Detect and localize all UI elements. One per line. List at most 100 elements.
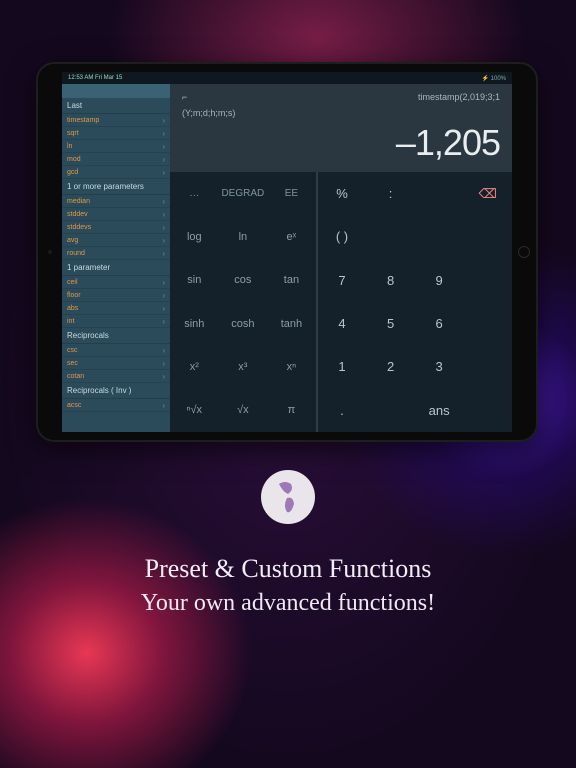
- num-key[interactable]: 9: [415, 259, 464, 302]
- sci-key[interactable]: √x: [219, 389, 268, 432]
- chevron-right-icon: ›: [162, 359, 165, 368]
- num-key[interactable]: 1: [318, 345, 367, 388]
- chevron-right-icon: ›: [162, 210, 165, 219]
- sidebar-item-label: ln: [67, 143, 72, 150]
- sidebar-item-label: timestamp: [67, 117, 99, 124]
- chevron-right-icon: ›: [162, 249, 165, 258]
- sci-key[interactable]: x³: [219, 345, 268, 388]
- sidebar-item-label: mod: [67, 156, 81, 163]
- sci-key[interactable]: ln: [219, 215, 268, 258]
- sci-key[interactable]: eˣ: [267, 215, 316, 258]
- main-pane: ⌐ timestamp(2,019;3;1 (Y;m;d;h;m;s) –1,2…: [170, 84, 512, 432]
- num-key[interactable]: 6: [415, 302, 464, 345]
- backspace-key[interactable]: ⌫: [463, 172, 512, 215]
- promo-line-2: Your own advanced functions!: [0, 590, 576, 617]
- sidebar-item[interactable]: gcd ›: [62, 166, 170, 179]
- sidebar-item[interactable]: cotan ›: [62, 370, 170, 383]
- chevron-right-icon: ›: [162, 304, 165, 313]
- display-result: –1,205: [182, 122, 500, 164]
- sidebar-item[interactable]: sec›: [62, 357, 170, 370]
- sidebar-item[interactable]: ceil›: [62, 276, 170, 289]
- sidebar-item-label: gcd: [67, 169, 78, 176]
- status-right: ⚡ 100%: [482, 75, 506, 82]
- sci-key[interactable]: cosh: [219, 302, 268, 345]
- sidebar-item-label: ceil: [67, 279, 78, 286]
- sci-key[interactable]: …: [170, 172, 219, 215]
- sidebar-item[interactable]: median›: [62, 195, 170, 208]
- chevron-right-icon: ›: [162, 116, 165, 125]
- num-key[interactable]: %: [318, 172, 367, 215]
- sidebar-item-label: int: [67, 318, 74, 325]
- sidebar-item-label: round: [67, 250, 85, 257]
- sidebar-group-header: 1 parameter: [62, 260, 170, 276]
- screen: 12:53 AM Fri Mar 15 ⚡ 100% Lasttimestamp…: [62, 72, 512, 432]
- num-key[interactable]: 2: [366, 345, 415, 388]
- sidebar-item[interactable]: acsc›: [62, 399, 170, 412]
- sidebar-item[interactable]: csc ›: [62, 344, 170, 357]
- sci-key[interactable]: sin: [170, 259, 219, 302]
- num-key[interactable]: 4: [318, 302, 367, 345]
- sidebar-item[interactable]: stddevs ›: [62, 221, 170, 234]
- sidebar-item-label: csc: [67, 347, 78, 354]
- ipad-frame: 12:53 AM Fri Mar 15 ⚡ 100% Lasttimestamp…: [36, 62, 538, 442]
- sidebar-item[interactable]: ln›: [62, 140, 170, 153]
- camera-dot: [48, 250, 52, 254]
- sidebar-group-header: Last: [62, 98, 170, 114]
- sci-key[interactable]: tanh: [267, 302, 316, 345]
- calc-display: ⌐ timestamp(2,019;3;1 (Y;m;d;h;m;s) –1,2…: [170, 84, 512, 172]
- num-key[interactable]: ( ): [318, 215, 367, 258]
- status-bar: 12:53 AM Fri Mar 15 ⚡ 100%: [62, 72, 512, 84]
- sci-key[interactable]: sinh: [170, 302, 219, 345]
- sci-key[interactable]: tan: [267, 259, 316, 302]
- num-key[interactable]: 7: [318, 259, 367, 302]
- num-key[interactable]: :: [366, 172, 415, 215]
- num-key[interactable]: 5: [366, 302, 415, 345]
- sidebar-item[interactable]: sqrt›: [62, 127, 170, 140]
- chevron-right-icon: ›: [162, 346, 165, 355]
- home-button[interactable]: [518, 246, 530, 258]
- display-signature: (Y;m;d;h;m;s): [182, 108, 500, 118]
- globe-icon: [261, 470, 315, 524]
- chevron-right-icon: ›: [162, 197, 165, 206]
- sidebar: Lasttimestamp›sqrt›ln›mod›gcd›1 or more …: [62, 84, 170, 432]
- sci-key[interactable]: cos: [219, 259, 268, 302]
- display-cursor: ⌐: [182, 92, 187, 106]
- sidebar-item[interactable]: round ›: [62, 247, 170, 260]
- chevron-right-icon: ›: [162, 155, 165, 164]
- keypad: …DEGRADEE%: ⌫ loglneˣ( ) sincostan789 sinhco…: [170, 172, 512, 432]
- num-key[interactable]: [415, 215, 464, 258]
- sidebar-item[interactable]: floor ›: [62, 289, 170, 302]
- sidebar-item[interactable]: timestamp ›: [62, 114, 170, 127]
- num-key[interactable]: ans: [415, 389, 464, 432]
- sidebar-item[interactable]: mod ›: [62, 153, 170, 166]
- status-left: 12:53 AM Fri Mar 15: [68, 75, 122, 81]
- sci-key[interactable]: log: [170, 215, 219, 258]
- sidebar-item[interactable]: stddev›: [62, 208, 170, 221]
- num-key[interactable]: 3: [415, 345, 464, 388]
- num-key[interactable]: [366, 215, 415, 258]
- sidebar-item[interactable]: int›: [62, 315, 170, 328]
- sci-key[interactable]: π: [267, 389, 316, 432]
- chevron-right-icon: ›: [162, 168, 165, 177]
- sidebar-item-label: cotan: [67, 373, 84, 380]
- num-key[interactable]: 8: [366, 259, 415, 302]
- sci-key[interactable]: x²: [170, 345, 219, 388]
- sci-key[interactable]: DEGRAD: [219, 172, 268, 215]
- chevron-right-icon: ›: [162, 372, 165, 381]
- chevron-right-icon: ›: [162, 223, 165, 232]
- num-key[interactable]: [366, 389, 415, 432]
- sci-key[interactable]: xⁿ: [267, 345, 316, 388]
- chevron-right-icon: ›: [162, 401, 165, 410]
- chevron-right-icon: ›: [162, 291, 165, 300]
- num-key[interactable]: .: [318, 389, 367, 432]
- sidebar-item[interactable]: abs›: [62, 302, 170, 315]
- sidebar-group-header: Reciprocals ( Inv ): [62, 383, 170, 399]
- sidebar-item[interactable]: avg›: [62, 234, 170, 247]
- promo-line-1: Preset & Custom Functions: [0, 554, 576, 584]
- sidebar-active-bar: [62, 84, 170, 98]
- sidebar-group-header: Reciprocals: [62, 328, 170, 344]
- sidebar-item-label: floor: [67, 292, 81, 299]
- sci-key[interactable]: ⁿ√x: [170, 389, 219, 432]
- sidebar-item-label: stddevs: [67, 224, 91, 231]
- sci-key[interactable]: EE: [267, 172, 316, 215]
